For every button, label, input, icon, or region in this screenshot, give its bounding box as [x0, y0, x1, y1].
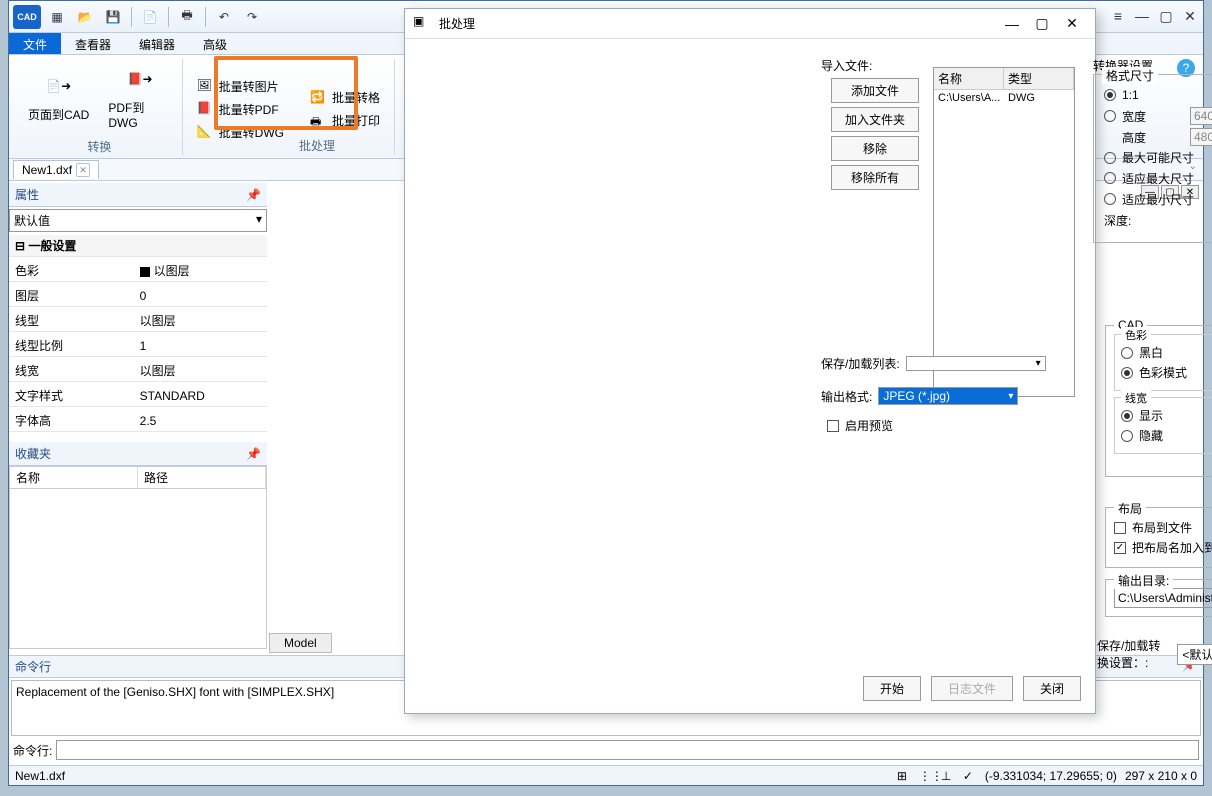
batch-to-pdf-button[interactable]: 📕批量转PDF	[193, 100, 288, 119]
properties-filter-dropdown[interactable]: 默认值▾	[9, 209, 267, 232]
pdf-icon: 📕	[197, 101, 213, 117]
ortho-icon[interactable]: ⊥	[941, 769, 955, 783]
prop-section: ⊟ 一般设置	[9, 235, 267, 256]
ribbon-tab-viewer[interactable]: 查看器	[61, 33, 125, 54]
status-dims: 297 x 210 x 0	[1125, 769, 1197, 783]
status-file: New1.dxf	[15, 769, 65, 783]
dialog-icon: ▣	[413, 14, 433, 34]
undo-icon[interactable]: ↶	[212, 5, 236, 29]
ribbon-group-batch-label: 批处理	[299, 137, 335, 154]
output-format-label: 输出格式:	[821, 388, 872, 405]
max-size-radio[interactable]	[1104, 152, 1116, 164]
ratio-1-1-radio[interactable]	[1104, 89, 1116, 101]
height-field: 480	[1190, 128, 1212, 146]
fit-min-radio[interactable]	[1104, 193, 1116, 205]
lw-show-radio[interactable]	[1121, 410, 1133, 422]
status-bar: New1.dxf ⊞ ⋮⋮ ⊥ ✓ (-9.331034; 17.29655; …	[9, 765, 1203, 785]
favorites-title: 收藏夹📌	[9, 442, 267, 466]
output-format-dropdown[interactable]: JPEG (*.jpg)	[878, 387, 1018, 405]
add-file-button[interactable]: 添加文件	[831, 78, 919, 103]
wh-radio[interactable]	[1104, 110, 1116, 122]
cad-fieldset: CAD 色彩 黑白 色彩模式 背景色 白色 黑白 布局 默认 模型 所有布局 所…	[1105, 325, 1212, 477]
document-tab-label: New1.dxf	[22, 163, 72, 177]
dwg-icon: 📐	[197, 124, 213, 140]
batch-dialog: ▣ 批处理 — ▢ ✕ 导入文件: 添加文件 加入文件夹 移除 移除所有 名称类…	[404, 8, 1096, 714]
dialog-close-icon[interactable]: ✕	[1057, 12, 1087, 36]
print-icon[interactable]: 🖶	[175, 5, 199, 29]
ribbon-tab-advanced[interactable]: 高级	[189, 33, 241, 54]
command-prompt: 命令行:	[13, 742, 52, 759]
start-button[interactable]: 开始	[863, 676, 921, 701]
status-coords: (-9.331034; 17.29655; 0)	[985, 769, 1117, 783]
pdf-to-dwg-icon: 📕➜	[120, 59, 160, 99]
properties-table: ⊟ 一般设置 色彩以图层 图层0 线型以图层 线型比例1 线宽以图层 文字样式S…	[9, 235, 267, 432]
file-list[interactable]: 名称类型 C:\Users\A...DWG	[933, 67, 1075, 397]
ribbon-tab-file[interactable]: 文件	[9, 33, 61, 54]
log-file-button: 日志文件	[931, 676, 1013, 701]
command-title: 命令行	[15, 658, 51, 675]
document-tab[interactable]: New1.dxf ✕	[13, 160, 99, 179]
close-icon[interactable]: ✕	[1181, 7, 1199, 25]
convert-icon: 🔁	[310, 90, 326, 106]
enable-preview-checkbox[interactable]	[827, 420, 839, 432]
ribbon-tab-editor[interactable]: 编辑器	[125, 33, 189, 54]
lw-hide-radio[interactable]	[1121, 430, 1133, 442]
ribbon-group-convert-label: 转换	[87, 138, 111, 155]
minimize-icon[interactable]: —	[1133, 7, 1151, 25]
export-pdf-icon[interactable]: 📄	[138, 5, 162, 29]
page-to-cad-icon: 📄➜	[39, 66, 79, 106]
pdf-to-dwg-button[interactable]: 📕➜ PDF到DWG	[108, 59, 171, 130]
grid-icon[interactable]: ⋮⋮	[919, 769, 933, 783]
layout-name-checkbox[interactable]	[1114, 542, 1126, 554]
favorites-columns: 名称路径	[9, 466, 267, 489]
output-dir-fieldset: 输出目录: C:\Users\Administrator\Desktop\ 浏览	[1105, 579, 1212, 617]
batch-to-fmt-button[interactable]: 🔁批量转格	[306, 88, 384, 107]
image-icon: 🖼	[197, 78, 213, 94]
color-bw-radio[interactable]	[1121, 347, 1133, 359]
layout-to-file-checkbox[interactable]	[1114, 522, 1126, 534]
loadset-dropdown[interactable]: <默认>	[1177, 644, 1212, 665]
output-path-field[interactable]: C:\Users\Administrator\Desktop\	[1114, 588, 1212, 608]
remove-button[interactable]: 移除	[831, 136, 919, 161]
model-tab[interactable]: Model	[269, 633, 332, 653]
save-list-label: 保存/加载列表:	[821, 355, 900, 372]
maximize-icon[interactable]: ▢	[1157, 7, 1175, 25]
tab-close-icon[interactable]: ✕	[76, 163, 90, 177]
favorites-list	[9, 489, 267, 649]
add-folder-button[interactable]: 加入文件夹	[831, 107, 919, 132]
layout-fieldset: 布局 布局到文件 把布局名加入到文件名里	[1105, 507, 1212, 568]
printer-icon: 🖶	[310, 113, 326, 129]
osnap-icon[interactable]: ✓	[963, 769, 977, 783]
snap-icon[interactable]: ⊞	[897, 769, 911, 783]
fit-max-radio[interactable]	[1104, 172, 1116, 184]
width-field: 640	[1190, 107, 1212, 125]
page-to-cad-button[interactable]: 📄➜ 页面到CAD	[27, 59, 90, 130]
app-logo-icon: CAD	[13, 5, 41, 29]
menu-icon[interactable]: ≡	[1109, 7, 1127, 25]
dialog-title: 批处理	[439, 15, 997, 32]
pin-icon[interactable]: 📌	[246, 447, 261, 461]
save-list-dropdown[interactable]	[906, 356, 1046, 371]
new-icon[interactable]: ▦	[45, 5, 69, 29]
open-icon[interactable]: 📂	[73, 5, 97, 29]
pin-icon[interactable]: 📌	[246, 188, 261, 202]
import-label: 导入文件:	[821, 57, 929, 74]
close-button[interactable]: 关闭	[1023, 676, 1081, 701]
remove-all-button[interactable]: 移除所有	[831, 165, 919, 190]
color-mode-radio[interactable]	[1121, 367, 1133, 379]
format-size-fieldset: 格式尺寸 1:1DPI:96 宽度640像素自动宽度 高度480像素自动高度 最…	[1093, 74, 1212, 243]
batch-to-image-button[interactable]: 🖼批量转图片	[193, 77, 288, 96]
dialog-minimize-icon[interactable]: —	[997, 12, 1027, 36]
command-input[interactable]	[56, 740, 1199, 760]
left-properties-panel: 属性📌 默认值▾ ⊟ 一般设置 色彩以图层 图层0 线型以图层 线型比例1 线宽…	[9, 183, 267, 653]
dialog-maximize-icon[interactable]: ▢	[1027, 12, 1057, 36]
enable-preview-label: 启用预览	[845, 417, 893, 434]
file-row[interactable]: C:\Users\A...DWG	[934, 90, 1074, 106]
redo-icon[interactable]: ↷	[240, 5, 264, 29]
loadset-label: 保存/加载转换设置：:	[1097, 637, 1169, 671]
properties-title: 属性📌	[9, 183, 267, 207]
save-icon[interactable]: 💾	[101, 5, 125, 29]
batch-to-dwg-button[interactable]: 📐批量转DWG	[193, 123, 288, 142]
batch-print-button[interactable]: 🖶批量打印	[306, 111, 384, 130]
